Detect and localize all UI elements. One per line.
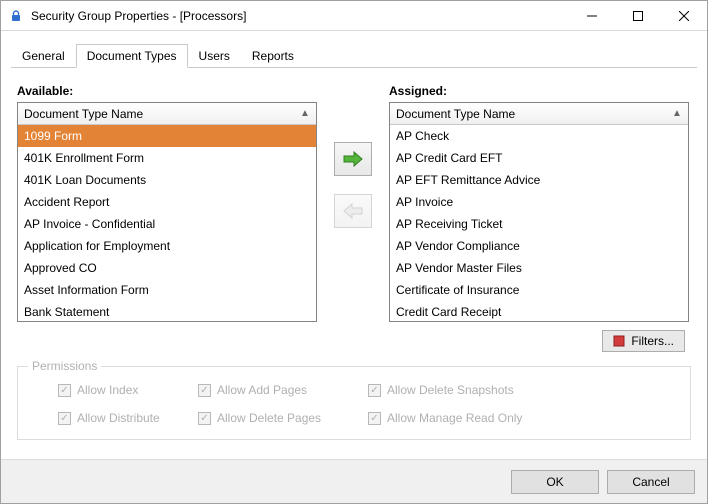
permission-label: Allow Delete Snapshots <box>387 383 514 397</box>
checkbox-icon: ✓ <box>58 384 71 397</box>
filters-button-label: Filters... <box>631 334 674 348</box>
available-label: Available: <box>17 84 317 98</box>
permission-checkbox: ✓ Allow Index <box>58 383 198 397</box>
checkbox-icon: ✓ <box>198 384 211 397</box>
maximize-button[interactable] <box>615 1 661 30</box>
list-item[interactable]: Bank Statement <box>18 301 316 321</box>
assigned-list-body[interactable]: AP CheckAP Credit Card EFTAP EFT Remitta… <box>390 125 688 321</box>
tab-content: Available: Document Type Name ▲ 1099 For… <box>11 68 697 451</box>
move-right-button[interactable] <box>334 142 372 176</box>
tab-users[interactable]: Users <box>188 44 241 68</box>
cancel-button[interactable]: Cancel <box>607 470 695 494</box>
available-list-body[interactable]: 1099 Form401K Enrollment Form401K Loan D… <box>18 125 316 321</box>
list-item[interactable]: Asset Information Form <box>18 279 316 301</box>
list-item[interactable]: 401K Enrollment Form <box>18 147 316 169</box>
client-area: General Document Types Users Reports Ava… <box>1 31 707 459</box>
list-item[interactable]: 401K Loan Documents <box>18 169 316 191</box>
permissions-group: Permissions ✓Allow Index✓Allow Add Pages… <box>17 366 691 440</box>
move-left-button[interactable] <box>334 194 372 228</box>
list-item[interactable]: Accident Report <box>18 191 316 213</box>
permission-checkbox: ✓ Allow Add Pages <box>198 383 368 397</box>
close-button[interactable] <box>661 1 707 30</box>
permission-checkbox: ✓ Allow Delete Pages <box>198 411 368 425</box>
permission-label: Allow Add Pages <box>217 383 307 397</box>
move-buttons-column <box>317 84 389 228</box>
assigned-label: Assigned: <box>389 84 689 98</box>
checkbox-icon: ✓ <box>58 412 71 425</box>
list-item[interactable]: 1099 Form <box>18 125 316 147</box>
available-column: Available: Document Type Name ▲ 1099 For… <box>17 84 317 322</box>
permission-checkbox: ✓ Allow Manage Read Only <box>368 411 568 425</box>
list-item[interactable]: AP Vendor Master Files <box>390 257 688 279</box>
list-item[interactable]: AP Check <box>390 125 688 147</box>
list-item[interactable]: AP Receiving Ticket <box>390 213 688 235</box>
sort-ascending-icon: ▲ <box>670 108 684 119</box>
list-item[interactable]: Credit Card Receipt <box>390 301 688 321</box>
assigned-listbox[interactable]: Document Type Name ▲ AP CheckAP Credit C… <box>389 102 689 322</box>
minimize-button[interactable] <box>569 1 615 30</box>
permissions-legend: Permissions <box>28 359 101 373</box>
dialog-footer: OK Cancel <box>1 459 707 503</box>
checkbox-icon: ✓ <box>368 384 381 397</box>
list-item[interactable]: Application for Employment <box>18 235 316 257</box>
permission-label: Allow Delete Pages <box>217 411 321 425</box>
list-item[interactable]: AP Credit Card EFT <box>390 147 688 169</box>
ok-button[interactable]: OK <box>511 470 599 494</box>
filters-row: Filters... <box>17 330 691 352</box>
window-title: Security Group Properties - [Processors] <box>31 9 569 23</box>
assigned-column-title: Document Type Name <box>396 107 670 121</box>
assigned-column-header[interactable]: Document Type Name ▲ <box>390 103 688 125</box>
lists-row: Available: Document Type Name ▲ 1099 For… <box>17 84 691 322</box>
tab-document-types[interactable]: Document Types <box>76 44 188 68</box>
list-item[interactable]: Certificate of Insurance <box>390 279 688 301</box>
filter-icon <box>613 335 625 347</box>
list-item[interactable]: AP EFT Remittance Advice <box>390 169 688 191</box>
permission-checkbox: ✓ Allow Delete Snapshots <box>368 383 568 397</box>
tab-strip: General Document Types Users Reports <box>11 43 697 68</box>
available-column-title: Document Type Name <box>24 107 298 121</box>
title-bar: Security Group Properties - [Processors] <box>1 1 707 31</box>
assigned-column: Assigned: Document Type Name ▲ AP CheckA… <box>389 84 689 322</box>
permissions-grid: ✓ Allow Index ✓ Allow Add Pages ✓ Allow Delet… <box>58 383 680 425</box>
checkbox-icon: ✓ <box>198 412 211 425</box>
available-listbox[interactable]: Document Type Name ▲ 1099 Form401K Enrol… <box>17 102 317 322</box>
permission-label: Allow Manage Read Only <box>387 411 522 425</box>
list-item[interactable]: AP Vendor Compliance <box>390 235 688 257</box>
window-controls <box>569 1 707 30</box>
dialog-window: Security Group Properties - [Processors]… <box>0 0 708 504</box>
checkbox-icon: ✓ <box>368 412 381 425</box>
list-item[interactable]: AP Invoice - Confidential <box>18 213 316 235</box>
tab-reports[interactable]: Reports <box>241 44 305 68</box>
permission-label: Allow Index <box>77 383 138 397</box>
list-item[interactable]: AP Invoice <box>390 191 688 213</box>
available-column-header[interactable]: Document Type Name ▲ <box>18 103 316 125</box>
filters-button[interactable]: Filters... <box>602 330 685 352</box>
tab-general[interactable]: General <box>11 44 76 68</box>
list-item[interactable]: Approved CO <box>18 257 316 279</box>
lock-icon <box>1 9 31 23</box>
sort-ascending-icon: ▲ <box>298 108 312 119</box>
permission-checkbox: ✓ Allow Distribute <box>58 411 198 425</box>
permission-label: Allow Distribute <box>77 411 160 425</box>
